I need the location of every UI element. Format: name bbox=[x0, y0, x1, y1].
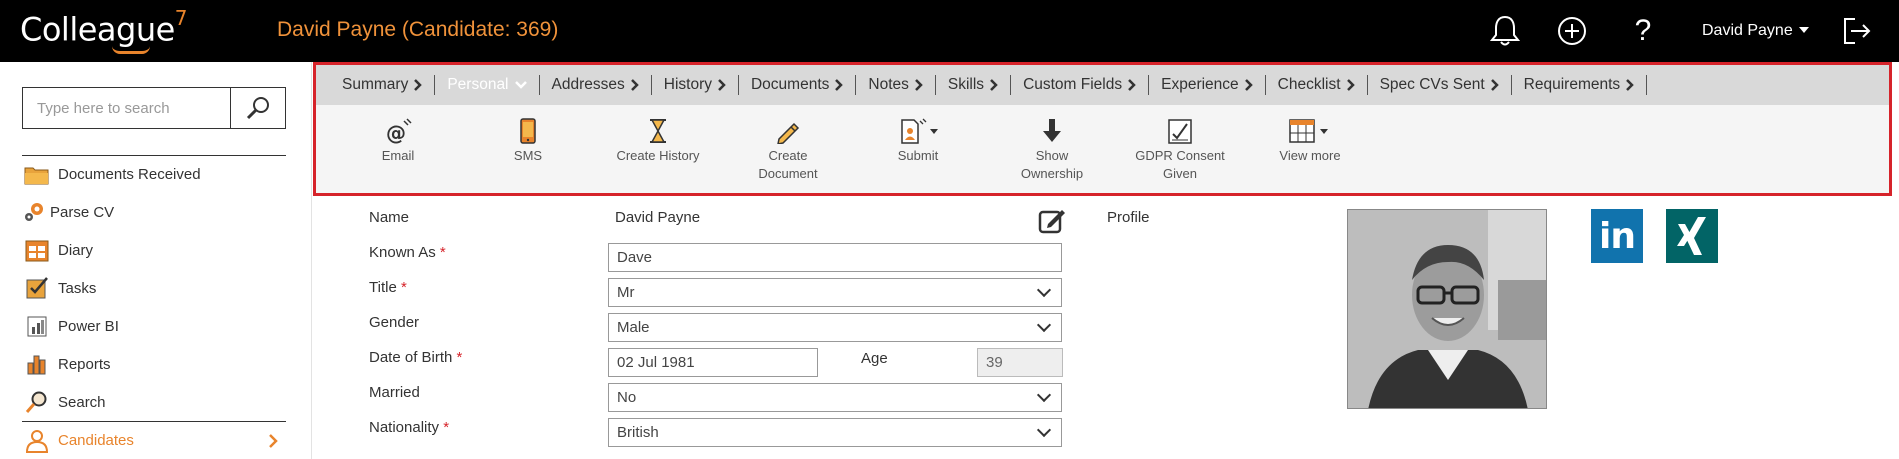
profile-label: Profile bbox=[1107, 209, 1150, 226]
calendar-icon bbox=[22, 238, 52, 262]
chevron-down-icon bbox=[1036, 317, 1052, 333]
chevron-down-icon bbox=[1036, 387, 1052, 403]
known-as-input[interactable]: Dave bbox=[608, 243, 1062, 272]
linkedin-icon[interactable]: in bbox=[1591, 209, 1643, 263]
sidebar-item-parse-cv[interactable]: Parse CV bbox=[22, 193, 286, 231]
title-label: Title * bbox=[369, 279, 407, 296]
xing-icon[interactable] bbox=[1666, 209, 1718, 263]
title-select[interactable]: Mr bbox=[608, 278, 1062, 307]
name-label: Name bbox=[369, 209, 410, 226]
required-mark: * bbox=[439, 244, 446, 261]
gears-icon bbox=[22, 200, 46, 224]
caret-down-icon bbox=[1798, 27, 1809, 33]
sidebar-item-label: Diary bbox=[58, 241, 94, 259]
sidebar-item-label: Documents Received bbox=[58, 166, 201, 183]
person-icon bbox=[22, 429, 52, 453]
dob-label: Date of Birth * bbox=[369, 349, 463, 366]
add-circle-icon[interactable] bbox=[1553, 12, 1591, 50]
nationality-label: Nationality * bbox=[369, 419, 450, 436]
known-as-label: Known As * bbox=[369, 244, 446, 261]
chevron-right-icon bbox=[269, 434, 278, 448]
sidebar-item-reports[interactable]: Reports bbox=[22, 345, 286, 383]
sidebar: Documents Received Parse CV Diary Tasks … bbox=[0, 62, 312, 459]
search-button[interactable] bbox=[230, 87, 286, 129]
sidebar-item-label: Search bbox=[58, 393, 106, 411]
married-select[interactable]: No bbox=[608, 383, 1062, 412]
sidebar-item-search[interactable]: Search bbox=[22, 383, 286, 421]
chevron-down-icon bbox=[1036, 282, 1052, 298]
user-name: David Payne bbox=[1702, 22, 1793, 39]
logout-icon[interactable] bbox=[1838, 12, 1876, 50]
edit-icon[interactable] bbox=[1038, 207, 1066, 235]
gender-label: Gender bbox=[369, 314, 420, 331]
age-field: 39 bbox=[977, 348, 1063, 377]
sidebar-item-power-bi[interactable]: Power BI bbox=[22, 307, 286, 345]
sidebar-item-documents-received[interactable]: Documents Received bbox=[22, 155, 286, 193]
sidebar-item-label: Candidates bbox=[58, 432, 134, 449]
sidebar-item-label: Reports bbox=[58, 355, 111, 373]
search-icon bbox=[246, 97, 269, 120]
age-label: Age bbox=[861, 350, 888, 367]
top-bar: Colleague7 David Payne (Candidate: 369) … bbox=[0, 0, 1899, 62]
sidebar-item-diary[interactable]: Diary bbox=[22, 231, 286, 269]
bar-chart-icon bbox=[22, 352, 52, 376]
toolbar-highlight bbox=[313, 62, 1892, 196]
help-icon[interactable]: ? bbox=[1624, 12, 1662, 50]
sidebar-item-tasks[interactable]: Tasks bbox=[22, 269, 286, 307]
required-mark: * bbox=[400, 279, 407, 296]
sidebar-item-label: Tasks bbox=[58, 279, 97, 297]
gender-select[interactable]: Male bbox=[608, 313, 1062, 342]
logo-swoosh bbox=[112, 46, 150, 54]
chevron-down-icon bbox=[1036, 422, 1052, 438]
logo-version: 7 bbox=[174, 6, 188, 30]
required-mark: * bbox=[456, 349, 463, 366]
nationality-select[interactable]: British bbox=[608, 418, 1062, 447]
user-menu[interactable]: David Payne bbox=[1702, 22, 1809, 40]
married-label: Married bbox=[369, 384, 420, 401]
sidebar-item-label: Power BI bbox=[58, 317, 119, 335]
page-title: David Payne (Candidate: 369) bbox=[277, 18, 559, 41]
sidebar-item-label: Parse CV bbox=[50, 203, 115, 221]
bell-icon[interactable] bbox=[1486, 12, 1524, 50]
required-mark: * bbox=[443, 419, 450, 436]
sidebar-search bbox=[22, 87, 286, 129]
app-logo[interactable]: Colleague7 bbox=[20, 6, 188, 54]
sidebar-item-candidates[interactable]: Candidates bbox=[22, 421, 286, 459]
profile-photo[interactable] bbox=[1347, 209, 1547, 409]
powerbi-icon bbox=[22, 314, 52, 338]
sidebar-nav: Documents Received Parse CV Diary Tasks … bbox=[22, 155, 286, 459]
folder-icon bbox=[22, 163, 52, 187]
dob-input[interactable]: 02 Jul 1981 bbox=[608, 348, 818, 377]
name-value: David Payne bbox=[615, 209, 701, 226]
search-input[interactable] bbox=[22, 87, 230, 129]
search-icon bbox=[22, 390, 52, 414]
tasks-icon bbox=[22, 276, 52, 300]
logo-text: Colleague bbox=[20, 10, 175, 49]
